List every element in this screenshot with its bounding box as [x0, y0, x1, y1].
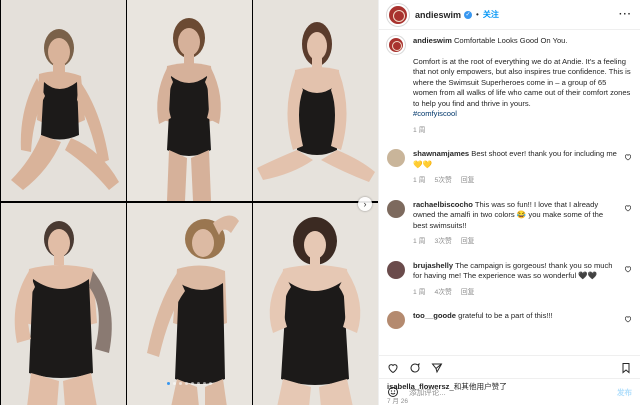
caption-username[interactable]: andieswim [413, 36, 452, 45]
carousel-dot [166, 382, 170, 385]
carousel-dot [202, 382, 206, 385]
comment-username[interactable]: brujashelly [413, 261, 453, 270]
caption-text: Comfort is at the root of everything we … [413, 56, 631, 108]
carousel-dot [184, 382, 188, 385]
more-options-icon[interactable]: ··· [619, 9, 632, 20]
caption-lead: Comfortable Looks Good On You. [453, 36, 568, 45]
comment-likes[interactable]: 4次赞 [434, 289, 451, 296]
hashtag-link[interactable]: #comfyiscool [413, 109, 457, 118]
commenter-avatar[interactable] [387, 311, 405, 329]
comment-username[interactable]: rachaelbiscocho [413, 200, 473, 209]
post-media[interactable]: › [0, 0, 378, 405]
comment-like-heart-icon[interactable] [624, 315, 632, 323]
comment-username[interactable]: too__goode [413, 311, 456, 320]
photo-model-3 [253, 0, 378, 201]
photo-model-5 [127, 203, 252, 405]
post-caption: andieswim Comfortable Looks Good On You.… [387, 36, 632, 136]
comment-like-heart-icon[interactable] [624, 265, 632, 273]
post-comment-button[interactable]: 发布 [617, 387, 632, 398]
post-panel: andieswim ✓ • 关注 ··· andieswim Comfortab… [378, 0, 640, 405]
avatar[interactable] [387, 3, 409, 26]
carousel-indicator [0, 382, 378, 385]
carousel-dot [208, 382, 212, 385]
photo-model-1 [1, 0, 126, 201]
photo-grid [1, 0, 378, 405]
comment-time: 1 周 [413, 238, 426, 245]
separator-dot: • [476, 10, 479, 19]
header-username[interactable]: andieswim [415, 10, 461, 20]
comment-reply-button[interactable]: 回复 [461, 238, 475, 245]
photo-model-2 [127, 0, 252, 201]
caption-avatar[interactable] [387, 36, 405, 54]
comments-list[interactable]: andieswim Comfortable Looks Good On You.… [379, 30, 640, 355]
comment-likes[interactable]: 3次赞 [434, 238, 451, 245]
comment-input[interactable]: 添加评论... [409, 387, 446, 398]
instagram-post: › andieswim ✓ • 关注 ··· andieswim Comfort… [0, 0, 640, 405]
commenter-avatar[interactable] [387, 260, 405, 279]
comment-username[interactable]: shawnamjames [413, 149, 469, 158]
comment-item: too__goode grateful to be a part of this… [387, 311, 632, 329]
commenter-avatar[interactable] [387, 149, 405, 167]
add-comment-bar: 添加评论... 发布 [379, 378, 640, 405]
comment-meta: 1 周 3次赞 回复 [413, 237, 618, 248]
comment-item: brujashelly The campaign is gorgeous! th… [387, 260, 632, 299]
carousel-dot [172, 382, 176, 385]
comment-time: 1 周 [413, 288, 426, 296]
verified-badge-icon: ✓ [464, 10, 473, 19]
comment-icon[interactable] [409, 362, 421, 374]
emoji-icon[interactable] [387, 386, 399, 398]
comment-item: rachaelbiscocho This was so fun!! I love… [387, 199, 632, 248]
post-header: andieswim ✓ • 关注 ··· [379, 0, 640, 30]
bookmark-icon[interactable] [620, 362, 632, 374]
comment-meta: 1 周 4次赞 回复 [413, 288, 618, 299]
follow-button[interactable]: 关注 [483, 9, 499, 20]
photo-model-4 [1, 203, 126, 405]
comment-reply-button[interactable]: 回复 [461, 177, 475, 184]
comment-like-heart-icon[interactable] [624, 204, 632, 212]
comment-likes[interactable]: 5次赞 [434, 177, 451, 184]
photo-model-6 [253, 203, 378, 405]
comment-reply-button[interactable]: 回复 [461, 289, 475, 296]
comment-text: grateful to be a part of this!!! [458, 311, 553, 320]
carousel-dot [196, 382, 200, 385]
comment-like-heart-icon[interactable] [624, 153, 632, 161]
comment-meta: 1 周 5次赞 回复 [413, 176, 618, 187]
share-icon[interactable] [431, 362, 443, 374]
like-heart-icon[interactable] [387, 362, 399, 374]
caption-time: 1 周 [413, 126, 426, 134]
action-bar [379, 355, 640, 379]
commenter-avatar[interactable] [387, 199, 405, 218]
comment-time: 1 周 [413, 177, 426, 184]
next-slide-button[interactable]: › [358, 197, 372, 211]
carousel-dot [178, 382, 182, 385]
carousel-dot [190, 382, 194, 385]
comment-item: shawnamjames Best shoot ever! thank you … [387, 149, 632, 187]
